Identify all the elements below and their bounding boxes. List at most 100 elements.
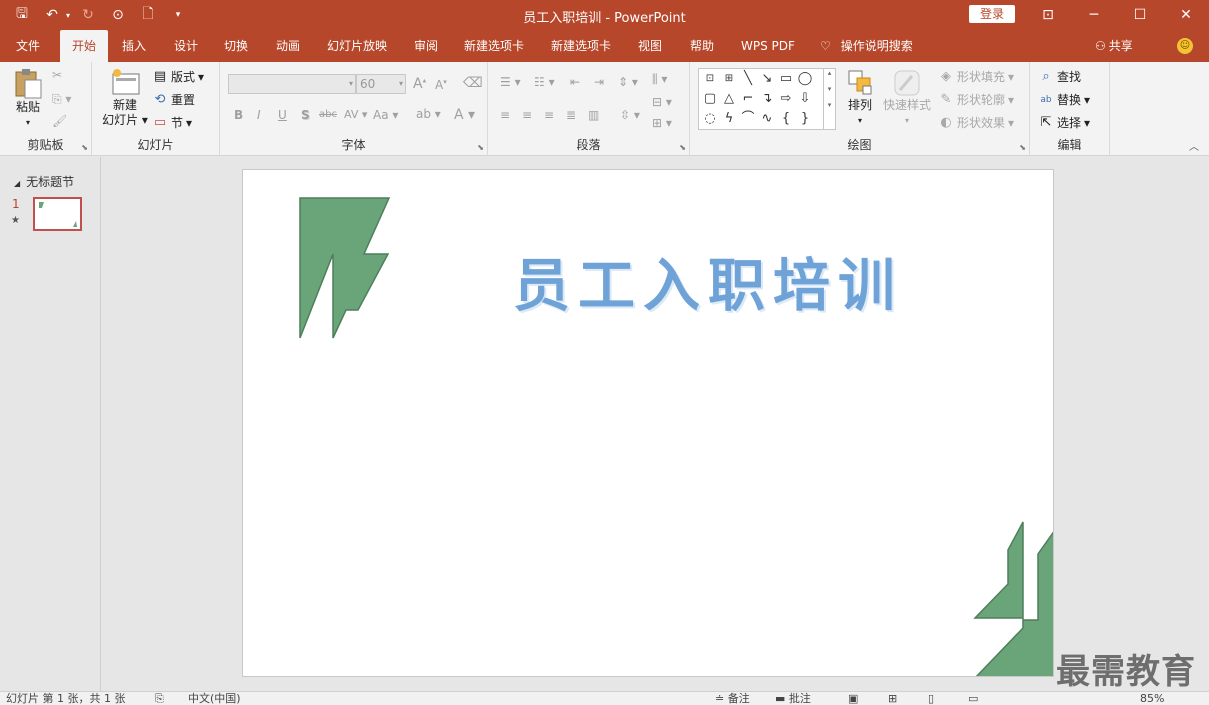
tab-review[interactable]: 审阅 (408, 30, 444, 62)
tab-insert[interactable]: 插入 (116, 30, 152, 62)
line-spacing-icon[interactable]: ⇕ ▾ (618, 75, 638, 89)
slide-sorter-icon[interactable]: ⊞ (888, 692, 897, 705)
font-launcher-icon[interactable]: ⬊ (477, 143, 484, 152)
share-button[interactable]: ⚇ 共享 (1095, 30, 1133, 62)
text-direction-icon[interactable]: ⇳ ▾ (620, 108, 640, 122)
undo-dropdown-icon[interactable]: ▾ (66, 11, 70, 20)
tab-design[interactable]: 设计 (168, 30, 204, 62)
slide-canvas[interactable]: 员工入职培训 (242, 169, 1054, 677)
save-icon[interactable]: 🖫 (10, 4, 34, 26)
tab-animations[interactable]: 动画 (270, 30, 306, 62)
zoom-level[interactable]: 85% (1140, 692, 1164, 705)
reading-view-icon[interactable]: ▯ (928, 692, 934, 705)
normal-view-icon[interactable]: ▣ (848, 692, 858, 705)
redo-icon[interactable]: ↻ (76, 4, 100, 26)
text-shadow-button[interactable]: S (301, 108, 310, 122)
character-spacing-button[interactable]: AV ▾ (344, 108, 367, 121)
present-icon[interactable]: ⊙ (106, 4, 130, 26)
format-painter-icon[interactable]: 🖌 (52, 114, 67, 128)
numbering-icon[interactable]: ☷ ▾ (534, 75, 555, 89)
reset-button[interactable]: ⟲ 重置 (152, 91, 195, 108)
select-button[interactable]: ⇱ 选择 ▾ (1038, 114, 1091, 131)
notes-button[interactable]: ≐ 备注 (715, 692, 750, 705)
tab-help[interactable]: 帮助 (684, 30, 720, 62)
align-text-icon[interactable]: ⊟ ▾ (652, 95, 672, 109)
shape-fill-button[interactable]: ◈ 形状填充 ▾ (938, 68, 1014, 85)
triangle-shape-icon[interactable]: △ (720, 90, 738, 108)
font-size-combo[interactable]: 60 ▾ (356, 74, 406, 94)
tab-file[interactable]: 文件 (10, 30, 46, 62)
distribute-icon[interactable]: ▥ (588, 108, 599, 122)
shrink-font-button[interactable]: A▾ (435, 78, 447, 92)
line-shape-icon[interactable]: ╲ (739, 70, 757, 88)
tab-new-2[interactable]: 新建选项卡 (545, 30, 617, 62)
minimize-icon[interactable]: ─ (1071, 0, 1117, 30)
find-button[interactable]: ⌕ 查找 (1038, 68, 1081, 85)
scribble-shape-icon[interactable]: ϟ (720, 110, 738, 128)
paste-button[interactable]: 粘贴 ▾ (12, 68, 44, 130)
tab-slideshow[interactable]: 幻灯片放映 (321, 30, 393, 62)
italic-button[interactable]: I (257, 108, 261, 122)
undo-icon[interactable]: ↶ (40, 4, 64, 26)
arrow-line-shape-icon[interactable]: ↘ (758, 70, 776, 88)
elbow-connector-shape-icon[interactable]: ⌐ (739, 90, 757, 108)
clear-formatting-icon[interactable]: ⌫ (463, 75, 483, 91)
change-case-button[interactable]: Aa ▾ (373, 108, 398, 122)
tab-new-1[interactable]: 新建选项卡 (458, 30, 530, 62)
feedback-smiley-icon[interactable]: ☺ (1177, 38, 1193, 54)
slide-title-text[interactable]: 员工入职培训 (513, 240, 903, 322)
collapse-ribbon-icon[interactable]: ︿ (1189, 138, 1199, 153)
left-brace-shape-icon[interactable]: { (777, 110, 795, 128)
vertical-textbox-shape-icon[interactable]: ⊞ (720, 70, 738, 88)
curve-shape-icon[interactable]: ∿ (758, 110, 776, 128)
paragraph-launcher-icon[interactable]: ⬊ (679, 143, 686, 152)
tab-transitions[interactable]: 切换 (218, 30, 254, 62)
columns-icon[interactable]: ⫼ ▾ (652, 72, 667, 87)
oval-shape-icon[interactable]: ◯ (796, 70, 814, 88)
section-button[interactable]: ▭ 节 ▾ (152, 114, 192, 131)
shapes-gallery-scroll[interactable]: ▴ ▾ ▾ (823, 69, 835, 129)
rectangle-shape-icon[interactable]: ▭ (777, 70, 795, 88)
tab-wps-pdf[interactable]: WPS PDF (735, 30, 801, 62)
align-right-icon[interactable]: ≡ (544, 108, 554, 122)
arrange-button[interactable]: 排列 ▾ (840, 68, 880, 128)
decrease-indent-icon[interactable]: ⇤ (570, 75, 580, 89)
new-file-icon[interactable]: 🗋 (136, 4, 160, 26)
ribbon-display-options-icon[interactable]: ⊡ (1025, 0, 1071, 30)
underline-button[interactable]: U (278, 108, 287, 122)
increase-indent-icon[interactable]: ⇥ (594, 75, 604, 89)
spellcheck-icon[interactable]: ⎘ (155, 692, 164, 705)
elbow-arrow-shape-icon[interactable]: ↴ (758, 90, 776, 108)
shape-effects-button[interactable]: ◐ 形状效果 ▾ (938, 114, 1014, 131)
layout-button[interactable]: ▤ 版式 ▾ (152, 68, 204, 85)
shapes-gallery[interactable]: ⊡ ⊞ ╲ ↘ ▭ ◯ ▢ △ ⌐ ↴ ⇨ ⇩ ◌ ϟ ⌒ ∿ { } ▴ ▾ ▾ (698, 68, 836, 130)
down-arrow-shape-icon[interactable]: ⇩ (796, 90, 814, 108)
slideshow-view-icon[interactable]: ▭ (968, 692, 978, 705)
clipboard-launcher-icon[interactable]: ⬊ (81, 143, 88, 152)
section-header[interactable]: ◢ 无标题节 (14, 173, 74, 190)
login-button[interactable]: 登录 (969, 5, 1015, 23)
tab-home[interactable]: 开始 (60, 30, 108, 62)
cut-icon[interactable]: ✂ (52, 68, 62, 82)
font-name-combo[interactable]: ▾ (228, 74, 356, 94)
copy-icon[interactable]: ⎘ ▾ (52, 92, 71, 107)
font-color-button[interactable]: A ▾ (454, 107, 475, 123)
shape-outline-button[interactable]: ✎ 形状轮廓 ▾ (938, 91, 1015, 108)
tab-view[interactable]: 视图 (632, 30, 668, 62)
drawing-launcher-icon[interactable]: ⬊ (1019, 143, 1026, 152)
new-slide-button[interactable]: 新建 幻灯片 ▾ (100, 68, 150, 128)
rounded-rect-shape-icon[interactable]: ▢ (701, 90, 719, 108)
justify-icon[interactable]: ≣ (566, 108, 576, 122)
replace-button[interactable]: ab 替换 ▾ (1038, 91, 1090, 108)
arc-shape-icon[interactable]: ⌒ (739, 110, 757, 128)
align-left-icon[interactable]: ≡ (500, 108, 510, 122)
bold-button[interactable]: B (234, 108, 243, 122)
bullets-icon[interactable]: ☰ ▾ (500, 75, 521, 89)
highlight-icon[interactable]: ab ▾ (416, 107, 441, 121)
close-icon[interactable]: ✕ (1163, 0, 1209, 30)
tell-me-search[interactable]: ♡ 操作说明搜索 (820, 30, 913, 62)
customize-icon[interactable]: ▾ (166, 4, 190, 26)
maximize-icon[interactable]: ☐ (1117, 0, 1163, 30)
right-brace-shape-icon[interactable]: } (796, 110, 814, 128)
slide-thumbnail[interactable] (33, 197, 82, 231)
